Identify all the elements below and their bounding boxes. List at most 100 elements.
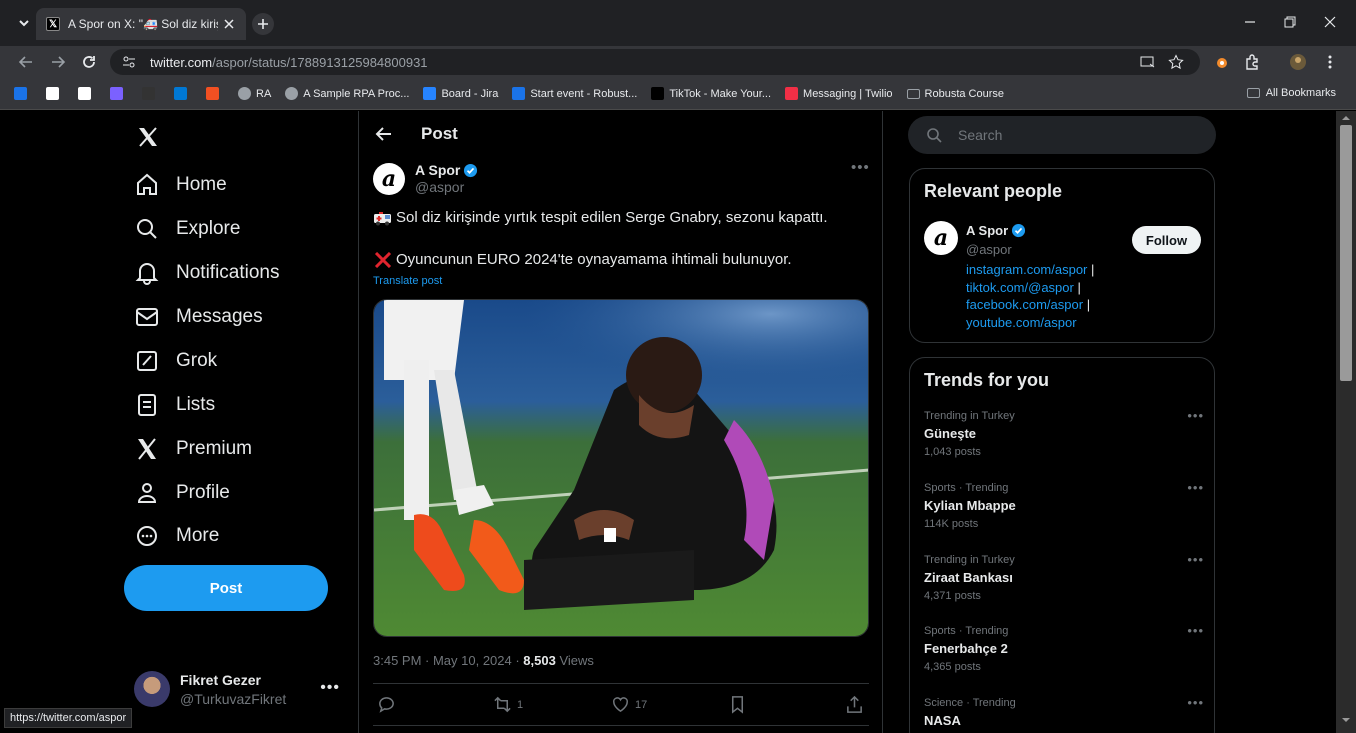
like-button[interactable]: 17 bbox=[611, 695, 647, 714]
tab-close-icon[interactable] bbox=[222, 17, 236, 31]
minimize-icon[interactable] bbox=[1242, 14, 1258, 30]
browser-menu-icon[interactable] bbox=[1322, 54, 1338, 70]
bookmark-start-event-robust[interactable]: Start event - Robust... bbox=[512, 87, 637, 100]
trend-item[interactable]: Trending in Turkey Güneşte 1,043 posts ••• bbox=[924, 408, 1204, 458]
bell-icon bbox=[135, 263, 159, 285]
reply-button[interactable] bbox=[377, 695, 401, 714]
link-status-tooltip: https://twitter.com/aspor bbox=[4, 708, 133, 728]
follow-button[interactable]: Follow bbox=[1132, 226, 1201, 254]
repost-button[interactable]: 1 bbox=[493, 695, 523, 714]
profile-avatar-icon[interactable] bbox=[1290, 54, 1306, 70]
trend-item[interactable]: Science · Trending NASA ••• bbox=[924, 695, 1204, 728]
new-tab-button[interactable] bbox=[252, 13, 274, 35]
scrollbar-thumb[interactable] bbox=[1340, 125, 1352, 381]
account-handle: @TurkuvazFikret bbox=[180, 690, 287, 707]
post-compose-button[interactable]: Post bbox=[124, 565, 328, 611]
post-more-icon[interactable]: ••• bbox=[851, 159, 870, 176]
person-name-row[interactable]: A Spor bbox=[966, 223, 1026, 238]
cast-icon[interactable] bbox=[1140, 54, 1156, 70]
nav-item-label: Lists bbox=[176, 394, 216, 415]
trend-item[interactable]: Trending in Turkey Ziraat Bankası 4,371 po… bbox=[924, 552, 1204, 602]
bio-link[interactable]: tiktok.com/@aspor | bbox=[966, 280, 1081, 295]
forward-icon[interactable] bbox=[50, 54, 66, 70]
window-close-icon[interactable] bbox=[1322, 14, 1338, 30]
nav-item-messages[interactable]: Messages bbox=[134, 295, 263, 339]
site-info-icon[interactable] bbox=[122, 55, 136, 69]
nav-item-explore[interactable]: Explore bbox=[134, 207, 240, 251]
bio-link-text[interactable]: instagram.com/aspor bbox=[966, 262, 1087, 277]
bookmark-ms[interactable] bbox=[206, 87, 224, 100]
scroll-up-icon[interactable] bbox=[1336, 113, 1356, 123]
bookmark-board-jira[interactable]: Board - Jira bbox=[423, 87, 498, 100]
trend-post-count: 4,365 posts bbox=[924, 661, 981, 673]
trend-name: Güneşte bbox=[924, 426, 977, 441]
bookmark-robusta-course[interactable]: Robusta Course bbox=[906, 88, 1004, 100]
address-bar[interactable]: twitter.com/aspor/status/178891312598480… bbox=[110, 49, 1200, 75]
bookmark-star-icon[interactable] bbox=[1168, 54, 1184, 70]
restore-icon[interactable] bbox=[1282, 14, 1298, 30]
extensions-puzzle-icon[interactable] bbox=[1244, 54, 1260, 70]
trend-more-icon[interactable]: ••• bbox=[1187, 552, 1204, 567]
post-image[interactable] bbox=[373, 299, 869, 637]
nav-item-label: Profile bbox=[176, 482, 230, 503]
nav-item-home[interactable]: Home bbox=[134, 163, 227, 207]
nav-item-more[interactable]: More bbox=[134, 514, 219, 558]
bookmark-github[interactable] bbox=[142, 87, 160, 100]
bookmark-diamond[interactable] bbox=[14, 87, 32, 100]
person-name[interactable]: A Spor bbox=[966, 223, 1008, 238]
reload-icon[interactable] bbox=[81, 54, 97, 70]
bookmark-tiktok-make-your[interactable]: TikTok - Make Your... bbox=[651, 87, 771, 100]
person-avatar[interactable]: a bbox=[924, 221, 958, 255]
author-handle[interactable]: @aspor bbox=[415, 179, 464, 195]
bookmark-outlook[interactable] bbox=[174, 87, 192, 100]
share-button[interactable] bbox=[845, 695, 869, 714]
all-bookmarks-button[interactable]: All Bookmarks bbox=[1246, 87, 1336, 99]
bio-link-text[interactable]: tiktok.com/@aspor bbox=[966, 280, 1074, 295]
page-scrollbar[interactable] bbox=[1336, 111, 1356, 733]
account-more-icon[interactable]: ••• bbox=[320, 679, 340, 697]
translate-post-link[interactable]: Translate post bbox=[373, 275, 442, 287]
bookmark-app[interactable] bbox=[110, 87, 128, 100]
post-column: Post a A Spor @aspor ••• Sol diz kirişin… bbox=[358, 111, 883, 733]
divider bbox=[373, 725, 869, 726]
scroll-down-icon[interactable] bbox=[1336, 715, 1356, 725]
nav-item-lists[interactable]: Lists bbox=[134, 383, 215, 427]
trend-more-icon[interactable]: ••• bbox=[1187, 480, 1204, 495]
trend-more-icon[interactable]: ••• bbox=[1187, 623, 1204, 638]
x-logo-icon[interactable] bbox=[136, 125, 160, 149]
author-avatar[interactable]: a bbox=[373, 163, 405, 195]
nav-item-premium[interactable]: Premium bbox=[134, 427, 252, 471]
bio-link-text[interactable]: facebook.com/aspor bbox=[966, 297, 1083, 312]
trend-more-icon[interactable]: ••• bbox=[1187, 695, 1204, 710]
trends-title: Trends for you bbox=[924, 370, 1050, 390]
trend-item[interactable]: Sports · Trending Kylian Mbappe 114K posts… bbox=[924, 480, 1204, 530]
browser-tabstrip: 𝕏 A Spor on X: "🚑 Sol diz kirişinde bbox=[0, 0, 1356, 46]
bio-link[interactable]: facebook.com/aspor | bbox=[966, 297, 1090, 312]
back-icon[interactable] bbox=[18, 54, 34, 70]
back-arrow-icon[interactable] bbox=[374, 124, 394, 144]
bookmark-square[interactable] bbox=[46, 87, 64, 100]
account-switcher[interactable]: Fikret Gezer @TurkuvazFikret ••• bbox=[134, 667, 344, 711]
trend-item[interactable]: Sports · Trending Fenerbahçe 2 4,365 posts… bbox=[924, 623, 1204, 673]
bookmark-button[interactable] bbox=[728, 695, 752, 714]
bio-link[interactable]: youtube.com/aspor bbox=[966, 315, 1077, 330]
bio-link[interactable]: instagram.com/aspor | bbox=[966, 262, 1094, 277]
cloud-icon bbox=[512, 87, 526, 100]
bookmark-x[interactable] bbox=[78, 87, 96, 100]
bookmark-a-sample-rpa-proc[interactable]: A Sample RPA Proc... bbox=[285, 87, 409, 100]
bookmark-messaging-twilio[interactable]: Messaging | Twilio bbox=[785, 87, 893, 100]
post-text-line-2: Oyuncunun EURO 2024'te oynayamama ihtima… bbox=[373, 251, 792, 268]
nav-item-grok[interactable]: Grok bbox=[134, 339, 217, 383]
author-name-row[interactable]: A Spor bbox=[415, 162, 478, 178]
bio-link-text[interactable]: youtube.com/aspor bbox=[966, 315, 1077, 330]
search-input[interactable]: Search bbox=[908, 116, 1216, 154]
author-name[interactable]: A Spor bbox=[415, 162, 460, 178]
tab-search-chevron-icon[interactable] bbox=[16, 15, 32, 31]
bookmark-ra[interactable]: RA bbox=[238, 87, 271, 100]
envelope-icon bbox=[136, 308, 158, 326]
browser-tab-active[interactable]: 𝕏 A Spor on X: "🚑 Sol diz kirişinde bbox=[36, 8, 246, 40]
nav-item-profile[interactable]: Profile bbox=[134, 471, 230, 515]
nav-item-notifications[interactable]: Notifications bbox=[134, 251, 280, 295]
extension-orange-icon[interactable] bbox=[1214, 54, 1230, 70]
trend-more-icon[interactable]: ••• bbox=[1187, 408, 1204, 423]
